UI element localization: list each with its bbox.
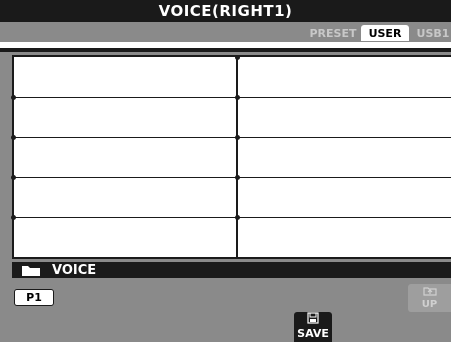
grid-node xyxy=(235,55,240,60)
grid-node xyxy=(235,175,240,180)
folder-up-icon xyxy=(422,287,437,299)
panel-top-rule xyxy=(0,48,451,52)
grid-node xyxy=(11,95,16,100)
row-divider xyxy=(14,137,451,138)
file-slot[interactable] xyxy=(238,138,451,177)
grid-node xyxy=(11,175,16,180)
file-slot[interactable] xyxy=(14,57,236,97)
grid-node xyxy=(11,135,16,140)
up-button[interactable]: UP xyxy=(408,284,451,312)
grid-node xyxy=(11,215,16,220)
tab-bar: PRESET USER USB1 xyxy=(0,22,451,42)
file-list xyxy=(11,55,451,259)
file-slot[interactable] xyxy=(14,138,236,177)
folder-path-label: VOICE xyxy=(52,262,97,278)
save-button-label: SAVE xyxy=(297,327,329,340)
folder-path-bar: VOICE xyxy=(12,262,451,278)
file-slot[interactable] xyxy=(238,98,451,137)
folder-icon xyxy=(22,265,40,276)
page-button-p1[interactable]: P1 xyxy=(14,289,54,306)
file-slot[interactable] xyxy=(14,98,236,137)
row-divider xyxy=(14,97,451,98)
screen: VOICE(RIGHT1) PRESET USER USB1 VOICE P1 … xyxy=(0,0,451,342)
tab-preset[interactable]: PRESET xyxy=(307,25,359,41)
row-divider xyxy=(14,217,451,218)
row-divider xyxy=(14,177,451,178)
tab-usb1[interactable]: USB1 xyxy=(412,25,451,41)
file-slot[interactable] xyxy=(238,57,451,97)
file-slot[interactable] xyxy=(14,218,236,257)
grid-node xyxy=(235,215,240,220)
file-slot[interactable] xyxy=(238,218,451,257)
up-button-label: UP xyxy=(421,299,438,310)
file-slot[interactable] xyxy=(14,178,236,217)
tab-user[interactable]: USER xyxy=(361,25,409,41)
grid-node xyxy=(235,135,240,140)
floppy-disk-icon xyxy=(307,312,319,327)
column-divider xyxy=(236,57,238,257)
save-button[interactable]: SAVE xyxy=(294,312,332,342)
file-slot[interactable] xyxy=(238,178,451,217)
window-title: VOICE(RIGHT1) xyxy=(0,0,451,22)
grid-node xyxy=(235,95,240,100)
